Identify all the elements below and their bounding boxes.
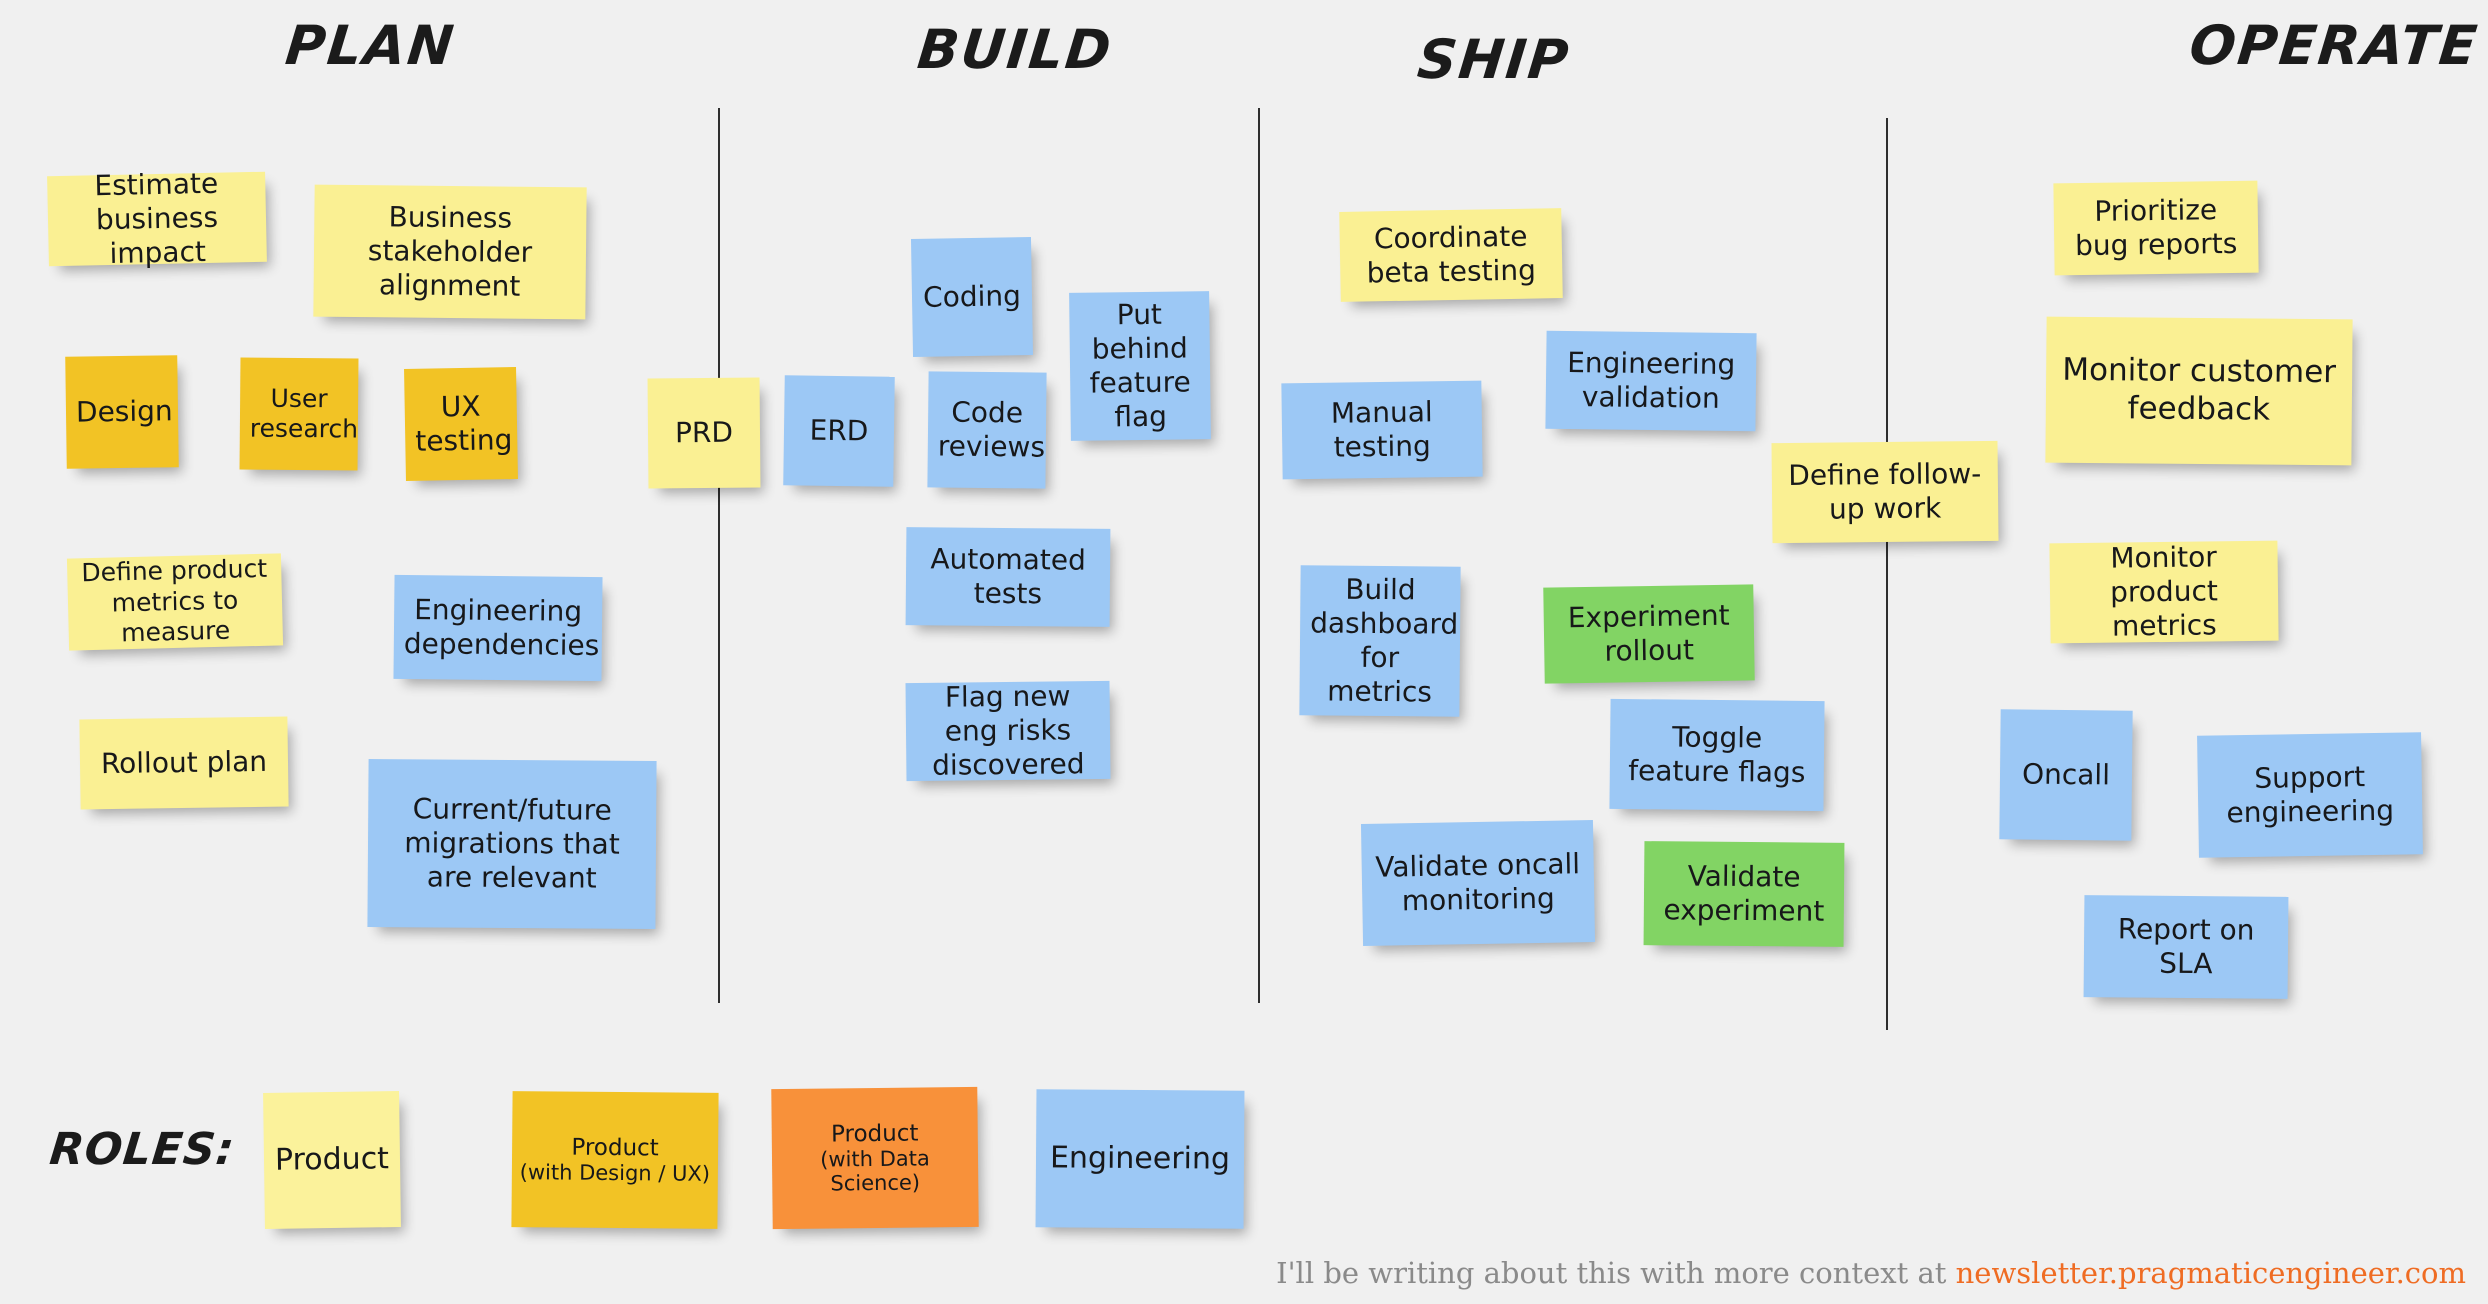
column-header-plan: Plan [282,14,459,77]
sticky-note-text: Monitor customer feedback [2062,351,2337,428]
column-divider-plan-build [718,108,720,1003]
sticky-note-text: Design [75,394,173,429]
footer-text: I'll be writing about this with more con… [1276,1256,1956,1290]
sticky-note[interactable]: Monitor product metrics [2049,540,2279,644]
sticky-note[interactable]: Code reviews [927,371,1047,489]
sticky-note-text: Monitor product metrics [2109,540,2219,643]
sticky-note[interactable]: Validate experiment [1643,841,1845,947]
sticky-note[interactable]: Define follow-up work [1771,440,1999,544]
sticky-note-text: Flag new eng risks discovered [931,679,1085,782]
sticky-note-text: Support engineering [2226,759,2395,830]
sticky-note[interactable]: Monitor customer feedback [2045,316,2353,466]
sticky-note-text: Define follow-up work [1788,456,1982,526]
sticky-note-text: UX testing [415,389,513,458]
sticky-note-text: Estimate business impact [94,166,219,271]
sticky-note[interactable]: Toggle feature flags [1609,698,1825,812]
sticky-note[interactable]: PRD [647,377,761,489]
legend-note-engineering[interactable]: Engineering [1035,1089,1245,1229]
legend-note-line2: (with Data Science) [820,1146,930,1196]
sticky-note-text: Coding [922,279,1022,314]
roles-legend-label: Roles: [47,1124,238,1175]
sticky-note-text: User research [249,383,359,444]
legend-note-line2: (with Design / UX) [519,1160,711,1186]
sticky-note[interactable]: Build dashboard for metrics [1299,565,1461,717]
sticky-note-text: Experiment rollout [1567,598,1730,668]
legend-note-product-data-science[interactable]: Product (with Data Science) [771,1086,979,1230]
sticky-note[interactable]: Coordinate beta testing [1339,208,1563,302]
footer-note: I'll be writing about this with more con… [1276,1256,2466,1290]
sticky-note[interactable]: Business stakeholder alignment [313,184,587,320]
sticky-note-text: PRD [674,415,734,450]
column-header-operate: Operate [2186,14,2482,77]
whiteboard-canvas: Plan Build Ship Operate Estimate busines… [0,0,2488,1304]
sticky-note[interactable]: ERD [783,375,895,487]
legend-note-line1: Engineering [1049,1140,1231,1177]
sticky-note-text: Validate experiment [1663,859,1825,928]
sticky-note-text: Define product metrics to measure [81,553,268,648]
sticky-note[interactable]: Estimate business impact [47,166,267,270]
sticky-note[interactable]: Automated tests [905,527,1111,627]
sticky-note[interactable]: Put behind feature flag [1069,291,1211,441]
sticky-note[interactable]: Engineering validation [1545,330,1757,432]
sticky-note-text: Engineering dependencies [403,592,600,663]
sticky-note[interactable]: Define product metrics to measure [66,553,284,651]
sticky-note[interactable]: UX testing [404,367,518,481]
sticky-note[interactable]: User research [239,357,359,471]
sticky-note-text: Report on SLA [2117,912,2255,981]
sticky-note-text: Prioritize bug reports [2074,192,2238,263]
sticky-note[interactable]: Design [65,355,179,469]
sticky-note-text: Automated tests [930,542,1086,611]
sticky-note[interactable]: Validate oncall monitoring [1360,819,1596,947]
sticky-note-text: Current/future migrations that are relev… [404,792,620,895]
sticky-note[interactable]: Coding [910,236,1034,358]
sticky-note[interactable]: Oncall [1999,709,2133,841]
sticky-note[interactable]: Experiment rollout [1543,584,1755,684]
sticky-note[interactable]: Support engineering [2197,732,2423,858]
sticky-note-text: Rollout plan [100,744,268,781]
sticky-note-text: Toggle feature flags [1628,720,1806,789]
legend-note-line1: Product [274,1140,390,1178]
column-divider-build-ship [1258,108,1260,1003]
sticky-note-text: Business stakeholder alignment [367,200,533,303]
sticky-note-text: ERD [809,413,869,448]
column-header-build: Build [914,18,1116,81]
sticky-note-text: Validate oncall monitoring [1375,847,1581,918]
sticky-note-text: Manual testing [1330,395,1433,464]
legend-note-product[interactable]: Product [263,1091,401,1229]
sticky-note[interactable]: Flag new eng risks discovered [905,679,1111,782]
sticky-note[interactable]: Engineering dependencies [393,574,603,682]
sticky-note-text: Put behind feature flag [1089,297,1191,434]
newsletter-link[interactable]: newsletter.pragmaticengineer.com [1956,1256,2466,1290]
legend-note-line1: Product [830,1120,919,1148]
sticky-note[interactable]: Report on SLA [2083,895,2289,999]
sticky-note-text: Coordinate beta testing [1366,219,1537,290]
legend-note-product-design-ux[interactable]: Product (with Design / UX) [511,1091,719,1229]
sticky-note[interactable]: Current/future migrations that are relev… [367,758,657,930]
column-header-ship: Ship [1414,28,1574,91]
legend-note-line1: Product [571,1134,659,1162]
sticky-note-text: Oncall [2021,757,2111,792]
sticky-note-text: Build dashboard for metrics [1310,572,1459,709]
sticky-note-text: Code reviews [937,395,1046,464]
sticky-note[interactable]: Manual testing [1281,380,1483,480]
column-divider-ship-operate [1886,118,1888,1030]
sticky-note-text: Engineering validation [1567,345,1736,415]
sticky-note[interactable]: Prioritize bug reports [2053,180,2259,276]
sticky-note[interactable]: Rollout plan [79,716,289,810]
